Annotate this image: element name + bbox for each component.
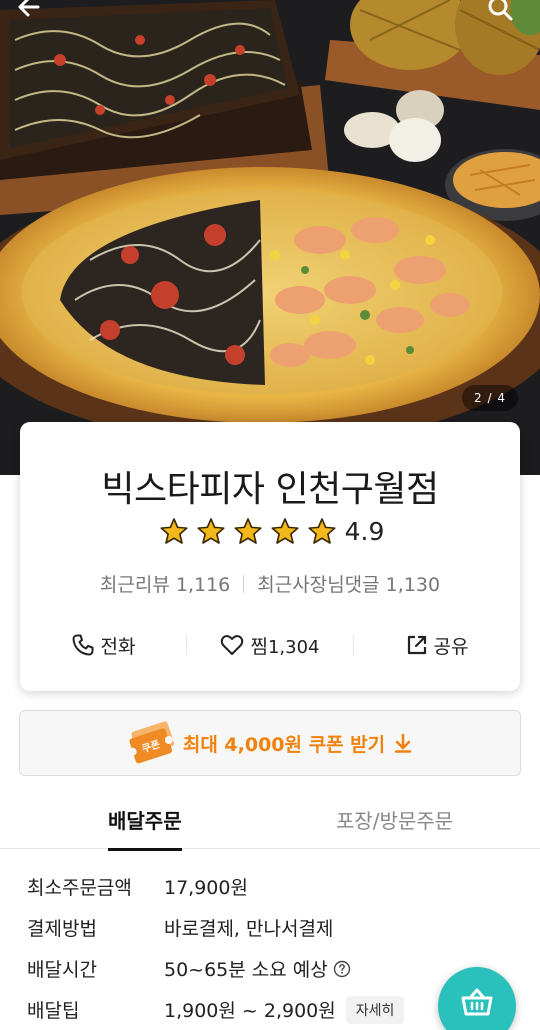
owner-replies-link[interactable]: 최근사장님댓글 1,130 — [257, 570, 440, 597]
store-actions: 전화 찜1,304 공유 — [20, 622, 520, 668]
phone-icon — [72, 634, 94, 656]
info-row-min-order: 최소주문금액 17,900원 — [27, 866, 527, 907]
star-icon — [304, 516, 341, 546]
star-icon — [230, 516, 267, 546]
info-label: 최소주문금액 — [27, 877, 132, 899]
recent-reviews-link[interactable]: 최근리뷰 1,116 — [100, 570, 230, 597]
tab-pickup-order[interactable]: 포장/방문주문 — [336, 805, 453, 834]
share-button[interactable]: 공유 — [354, 632, 520, 659]
info-label: 배달팁 — [27, 1000, 80, 1022]
info-value: 1,900원 ~ 2,900원 — [164, 1000, 336, 1022]
call-label: 전화 — [100, 635, 136, 658]
image-page-indicator: 2 / 4 — [462, 385, 518, 411]
rating-row: 4.9 — [20, 516, 520, 546]
rating-value: 4.9 — [344, 516, 385, 546]
heart-icon — [221, 635, 244, 655]
info-label: 배달시간 — [27, 959, 97, 981]
info-value: 바로결제, 만나서결제 — [164, 918, 334, 940]
like-label: 찜1,304 — [250, 635, 320, 658]
arrow-left-icon — [18, 0, 40, 17]
question-circle-icon[interactable] — [333, 960, 351, 978]
back-button[interactable] — [16, 0, 56, 34]
like-button[interactable]: 찜1,304 — [187, 632, 353, 659]
coupon-ticket-icon: 쿠폰 — [128, 721, 174, 764]
star-icon — [156, 516, 193, 546]
tip-detail-button[interactable]: 자세히 — [345, 995, 405, 1024]
info-value-wrap: 1,900원 ~ 2,900원 자세히 — [164, 995, 405, 1024]
star-icon — [193, 516, 230, 546]
order-type-tabs: 배달주문 포장/방문주문 — [0, 795, 540, 851]
coupon-download-button[interactable]: 쿠폰 최대 4,000원 쿠폰 받기 — [19, 710, 521, 776]
basket-icon — [461, 988, 493, 1016]
info-value-wrap: 50~65분 소요 예상 — [164, 955, 351, 982]
store-info-card: 빅스타피자 인천구월점 4.9 최근리뷰 1,116 최근사장님댓글 1,130… — [20, 422, 520, 691]
review-stats: 최근리뷰 1,116 최근사장님댓글 1,130 — [20, 570, 520, 597]
share-label: 공유 — [433, 635, 469, 658]
store-name: 빅스타피자 인천구월점 — [101, 469, 439, 510]
divider — [243, 574, 245, 593]
search-icon — [488, 0, 513, 21]
store-hero-image[interactable]: 2 / 4 — [0, 0, 540, 475]
share-icon — [407, 635, 426, 655]
call-button[interactable]: 전화 — [20, 632, 186, 659]
like-count: 1,304 — [267, 636, 320, 658]
arrow-down-icon — [394, 733, 412, 753]
info-value: 17,900원 — [164, 877, 248, 899]
tab-delivery-order[interactable]: 배달주문 — [108, 805, 182, 851]
star-rating — [156, 516, 341, 546]
info-row-payment: 결제방법 바로결제, 만나서결제 — [27, 907, 527, 948]
coupon-text: 최대 4,000원 쿠폰 받기 — [182, 733, 386, 756]
pizza-photo — [0, 0, 540, 475]
info-label: 결제방법 — [27, 918, 97, 940]
star-icon — [267, 516, 304, 546]
info-value: 50~65분 소요 예상 — [164, 959, 328, 981]
search-button[interactable] — [486, 0, 526, 34]
